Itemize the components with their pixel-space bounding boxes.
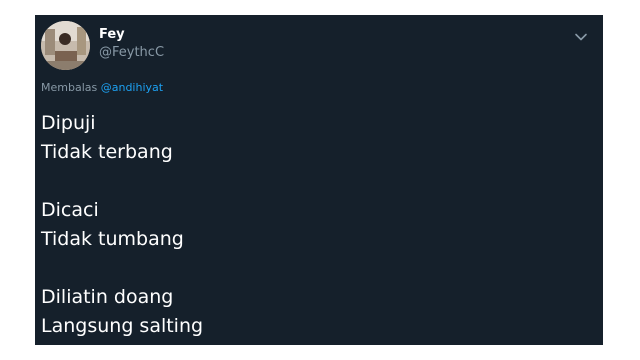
tweet-line: Dicaci	[41, 199, 99, 221]
tweet-line: Diliatin doang	[41, 286, 174, 308]
stanza-gap	[41, 167, 581, 196]
tweet-text: Dipuji Tidak terbang Dicaci Tidak tumban…	[41, 109, 581, 341]
reply-prefix: Membalas	[41, 81, 98, 94]
reply-mention-link[interactable]: @andihiyat	[101, 81, 163, 94]
tweet-line: Tidak tumbang	[41, 228, 184, 250]
avatar-photo	[41, 21, 90, 70]
display-name[interactable]: Fey	[99, 27, 125, 42]
user-handle[interactable]: @FeythcC	[99, 45, 164, 60]
tweet-line: Tidak terbang	[41, 141, 173, 163]
chevron-down-icon	[575, 33, 587, 41]
tweet-line: Langsung salting	[41, 315, 204, 337]
tweet-line: Dipuji	[41, 112, 96, 134]
reply-context: Membalas @andihiyat	[41, 81, 163, 94]
more-options-button[interactable]	[571, 27, 591, 47]
stanza-gap	[41, 254, 581, 283]
tweet-card: Fey @FeythcC Membalas @andihiyat Dipuji …	[35, 15, 603, 345]
avatar[interactable]	[41, 21, 90, 70]
